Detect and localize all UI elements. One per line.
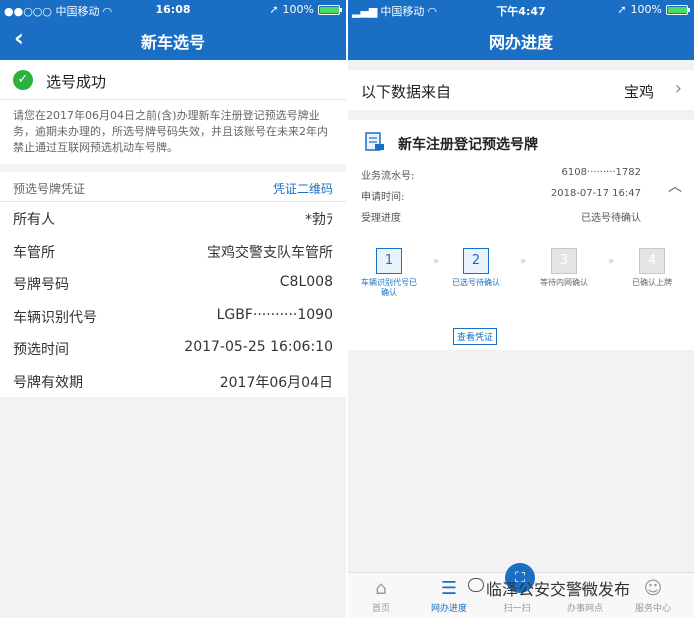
status-bar: ▂▄▆ 中国移动 ◠ 下午4:47 ➚ 100% (348, 0, 694, 19)
battery-percent: 100% (630, 3, 662, 16)
progress-step: 4 已确认上牌 (622, 248, 682, 288)
success-row: ✓ 选号成功 (0, 60, 346, 100)
step-label: 已确认上牌 (632, 278, 672, 287)
success-title: 选号成功 (46, 73, 107, 91)
success-card: ✓ 选号成功 请您在2017年06月04日之前(含)办理新车注册登记预选号牌业务… (0, 60, 346, 164)
watermark-text: 临泽公安交警微发布 (486, 580, 631, 599)
progress-step: 1 车辆识别代号已确认 (359, 248, 419, 298)
step-label: 等待内网确认 (540, 278, 588, 287)
plate-info-key: 号牌有效期 (13, 374, 83, 391)
collapse-chevron-icon[interactable]: ︿ (668, 176, 682, 196)
wechat-logo-icon (468, 578, 484, 592)
plate-info-value: 宝鸡交警支队车管所 (207, 244, 333, 261)
battery-icon (318, 4, 342, 15)
data-source-value: 宝鸡 (623, 83, 654, 101)
step-arrow-icon: » (608, 256, 615, 267)
detail-value: 6108·········1782 (561, 167, 641, 178)
tab-home[interactable]: ⌂ 首页 (351, 577, 411, 614)
plate-info-value: C8L008 (279, 274, 333, 290)
plate-voucher-header: 预选号牌凭证 凭证二维码 (0, 172, 346, 202)
location-arrow-icon: ➚ (617, 3, 627, 16)
battery-percent: 100% (282, 3, 314, 16)
tab-label: 首页 (371, 604, 390, 614)
detail-key: 业务流水号: (361, 171, 415, 182)
step-arrow-icon: » (433, 256, 440, 267)
service-icon: ☺ (643, 578, 663, 599)
document-icon (365, 132, 384, 151)
progress-step: 3 等待内网确认 (534, 248, 594, 288)
step-label: 车辆识别代号已确认 (361, 278, 417, 297)
status-right: ➚ 100% (269, 3, 342, 16)
step-number: 3 (551, 248, 577, 274)
chevron-right-icon: › (674, 78, 682, 99)
view-voucher-button[interactable]: 查看凭证 (453, 328, 498, 345)
plate-info-row: 车辆识别代号 LGBF··········1090 (0, 300, 346, 333)
battery-icon (666, 4, 690, 15)
progress-step: 2 已选号待确认 (446, 248, 506, 288)
plate-info-key: 预选时间 (13, 342, 69, 358)
step-number: 2 (463, 248, 489, 274)
plate-info-value: LGBF··········1090 (216, 306, 333, 323)
plate-info-row: 所有人 *勃ﾗ (0, 202, 346, 235)
tab-service[interactable]: ☺ 服务中心 (623, 577, 683, 614)
tab-label: 网办进度 (430, 604, 467, 614)
detail-row: 申请时间: 2018-07-17 16:47 (361, 188, 641, 203)
status-right: ➚ 100% (617, 3, 690, 16)
tab-label: 办事网点 (566, 604, 603, 614)
plate-info-row: 预选时间 2017-05-25 16:06:10 (0, 332, 346, 365)
plate-info-key: 所有人 (13, 212, 55, 228)
plate-info-value: *勃ﾗ (305, 212, 333, 228)
plate-voucher-card: 预选号牌凭证 凭证二维码 所有人 *勃ﾗ 车管所 宝鸡交警支队车管所号牌号码 C8L00… (0, 172, 346, 397)
home-icon: ⌂ (375, 578, 387, 599)
tab-label: 服务中心 (634, 604, 671, 614)
business-detail-card: 新车注册登记预选号牌 业务流水号: 6108·········1782 申请时间: 2… (348, 120, 694, 350)
tab-label: 扫一扫 (503, 604, 531, 614)
step-number: 1 (376, 248, 402, 274)
qr-code-link[interactable]: 凭证二维码 (273, 180, 333, 197)
step-arrow-icon: » (520, 256, 527, 267)
detail-key: 受理进度 (361, 213, 401, 224)
plate-voucher-label: 预选号牌凭证 (13, 182, 86, 196)
plate-info-row: 车管所 宝鸡交警支队车管所 (0, 235, 346, 268)
progress-steps: 1 车辆识别代号已确认 » 2 已选号待确认 » 3 等待内网确认 » 4 已确认上牌 (348, 248, 694, 308)
plate-info-value: 2017年06月04日 (219, 374, 333, 391)
detail-key: 申请时间: (361, 192, 405, 203)
detail-value: 已选号待确认 (581, 213, 641, 224)
detail-row: 受理进度 已选号待确认 (361, 209, 641, 224)
detail-row: 业务流水号: 6108·········1782 (361, 167, 641, 182)
data-source-row[interactable]: 以下数据来自 宝鸡 › (348, 70, 694, 110)
page-title: 网办进度 (488, 33, 553, 52)
step-number: 4 (639, 248, 665, 274)
plate-info-key: 号牌号码 (13, 277, 69, 293)
plate-info-key: 车辆识别代号 (13, 309, 97, 326)
location-arrow-icon: ➚ (269, 3, 279, 16)
notice-text: 请您在2017年06月04日之前(含)办理新车注册登记预选号牌业务，逾期未办理的… (13, 109, 328, 154)
plate-info-row: 号牌有效期 2017年06月04日 (0, 365, 346, 398)
business-title: 新车注册登记预选号牌 (398, 137, 538, 153)
nav-header: ●●○○○ 中国移动 ◠ 16:08 ➚ 100% ‹ 新车选号 (0, 0, 346, 60)
left-phone-screen: ●●○○○ 中国移动 ◠ 16:08 ➚ 100% ‹ 新车选号 ✓ 选号成功 … (0, 0, 346, 618)
status-bar: ●●○○○ 中国移动 ◠ 16:08 ➚ 100% (0, 0, 346, 19)
plate-info-value: 2017-05-25 16:06:10 (184, 339, 333, 355)
detail-value: 2018-07-17 16:47 (550, 188, 641, 199)
plate-info-row: 号牌号码 C8L008 (0, 267, 346, 300)
nav-header: ▂▄▆ 中国移动 ◠ 下午4:47 ➚ 100% 网办进度 (348, 0, 694, 60)
check-circle-icon: ✓ (13, 70, 33, 90)
plate-info-key: 车管所 (13, 244, 55, 261)
step-label: 已选号待确认 (452, 278, 500, 287)
page-title: 新车选号 (140, 33, 205, 52)
right-phone-screen: ▂▄▆ 中国移动 ◠ 下午4:47 ➚ 100% 网办进度 以下数据来自 宝鸡 … (348, 0, 694, 618)
data-source-label: 以下数据来自 (361, 83, 452, 101)
